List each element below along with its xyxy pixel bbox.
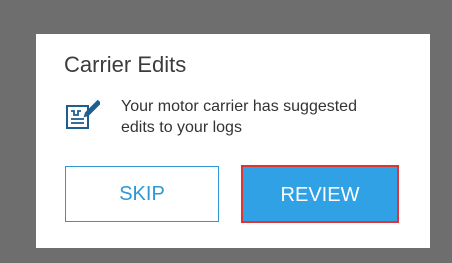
dialog-message-line1: Your motor carrier has suggested [121, 98, 357, 115]
dialog-title: Carrier Edits [64, 52, 187, 77]
dialog-message-line2: edits to your logs [121, 119, 242, 136]
skip-button[interactable]: SKIP [65, 166, 219, 222]
carrier-edits-dialog: Carrier Edits Your motor carrier has sug… [36, 34, 430, 248]
review-button[interactable]: REVIEW [241, 165, 399, 223]
dialog-message: Your motor carrier has suggested edits t… [121, 96, 411, 138]
edit-log-icon [65, 98, 102, 131]
